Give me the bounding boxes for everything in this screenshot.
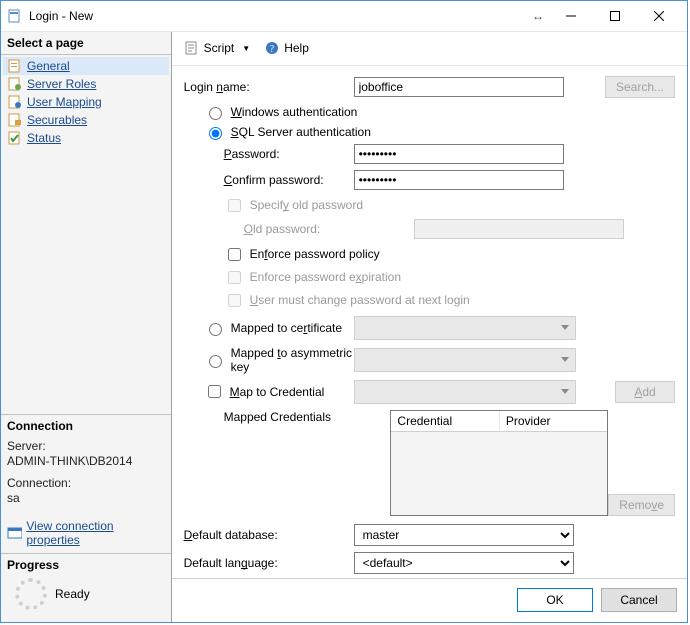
titlebar: Login - New ↔: [1, 1, 687, 32]
mapped-credentials-table[interactable]: Credential Provider: [390, 410, 608, 516]
main-panel: Script ▼ ? Help Login name: Search...: [172, 32, 687, 622]
select-page-header: Select a page: [1, 32, 171, 55]
svg-text:?: ?: [270, 44, 275, 55]
help-button[interactable]: ? Help: [260, 38, 313, 58]
mapped-credentials-label: Mapped Credentials: [184, 410, 391, 424]
connection-header: Connection: [7, 419, 165, 433]
credential-combo: [354, 380, 576, 404]
progress-spinner-icon: [15, 578, 47, 610]
connection-value: sa: [7, 491, 165, 505]
remove-button[interactable]: Remove: [608, 494, 675, 516]
form-content: Login name: Search... Windows authentica…: [172, 66, 687, 578]
server-value: ADMIN-THINK\DB2014: [7, 454, 165, 468]
app-icon: [7, 8, 23, 24]
confirm-password-input[interactable]: [354, 170, 564, 190]
progress-status: Ready: [55, 587, 90, 601]
default-lang-label: Default language:: [184, 556, 354, 570]
confirm-password-label: Confirm password:: [184, 173, 354, 187]
add-button[interactable]: Add: [615, 381, 675, 403]
search-button[interactable]: Search...: [605, 76, 675, 98]
page-server-roles[interactable]: Server Roles: [3, 75, 169, 93]
asym-key-combo: [354, 348, 576, 372]
page-list: General Server Roles User Mapping Secura…: [1, 55, 171, 149]
must-change-check: User must change password at next login: [184, 291, 675, 310]
col-provider: Provider: [500, 411, 607, 431]
close-button[interactable]: [637, 2, 681, 30]
default-db-label: Default database:: [184, 528, 354, 542]
login-dialog: Login - New ↔ Select a page General: [0, 0, 688, 623]
script-button[interactable]: Script ▼: [180, 38, 255, 58]
chevron-down-icon: ▼: [242, 44, 250, 53]
view-connection-properties-link[interactable]: View connection properties: [7, 519, 165, 547]
windows-auth-radio[interactable]: Windows authentication: [184, 104, 675, 120]
script-icon: [184, 40, 200, 56]
page-user-mapping[interactable]: User Mapping: [3, 93, 169, 111]
properties-icon: [7, 525, 22, 541]
page-status[interactable]: Status: [3, 129, 169, 147]
mapped-cert-radio[interactable]: Mapped to certificate: [184, 320, 354, 336]
map-credential-check[interactable]: Map to Credential: [184, 382, 354, 401]
connection-label: Connection:: [7, 476, 165, 490]
dialog-footer: OK Cancel: [172, 578, 687, 622]
col-credential: Credential: [391, 411, 499, 431]
maximize-button[interactable]: [593, 2, 637, 30]
default-language-select[interactable]: <default>: [354, 552, 574, 574]
mapped-asym-radio[interactable]: Mapped to asymmetric key: [184, 346, 354, 374]
progress-section: Progress Ready: [1, 553, 171, 622]
ok-button[interactable]: OK: [517, 588, 593, 612]
certificate-combo: [354, 316, 576, 340]
password-label: Password:: [184, 147, 354, 161]
progress-header: Progress: [7, 558, 165, 572]
connection-section: Connection Server: ADMIN-THINK\DB2014 Co…: [1, 414, 171, 553]
old-password-label: Old password:: [184, 222, 414, 236]
help-icon: ?: [264, 40, 280, 56]
minimize-button[interactable]: [549, 2, 593, 30]
page-general[interactable]: General: [3, 57, 169, 75]
toolbar: Script ▼ ? Help: [172, 32, 687, 66]
cancel-button[interactable]: Cancel: [601, 588, 677, 612]
login-name-input[interactable]: [354, 77, 564, 97]
window-title: Login - New: [29, 9, 93, 23]
enforce-policy-check[interactable]: Enforce password policy: [184, 245, 675, 264]
enforce-expiration-check: Enforce password expiration: [184, 268, 675, 287]
move-grip-icon: ↔: [527, 9, 549, 23]
sql-auth-radio[interactable]: SQL Server authentication: [184, 124, 675, 140]
default-database-select[interactable]: master: [354, 524, 574, 546]
old-password-input: [414, 219, 624, 239]
password-input[interactable]: [354, 144, 564, 164]
server-label: Server:: [7, 439, 165, 453]
window-controls: ↔: [527, 2, 681, 30]
page-securables[interactable]: Securables: [3, 111, 169, 129]
login-name-label: Login name:: [184, 80, 354, 94]
sidebar: Select a page General Server Roles User …: [1, 32, 172, 622]
specify-old-password-check: Specify old password: [184, 196, 675, 215]
